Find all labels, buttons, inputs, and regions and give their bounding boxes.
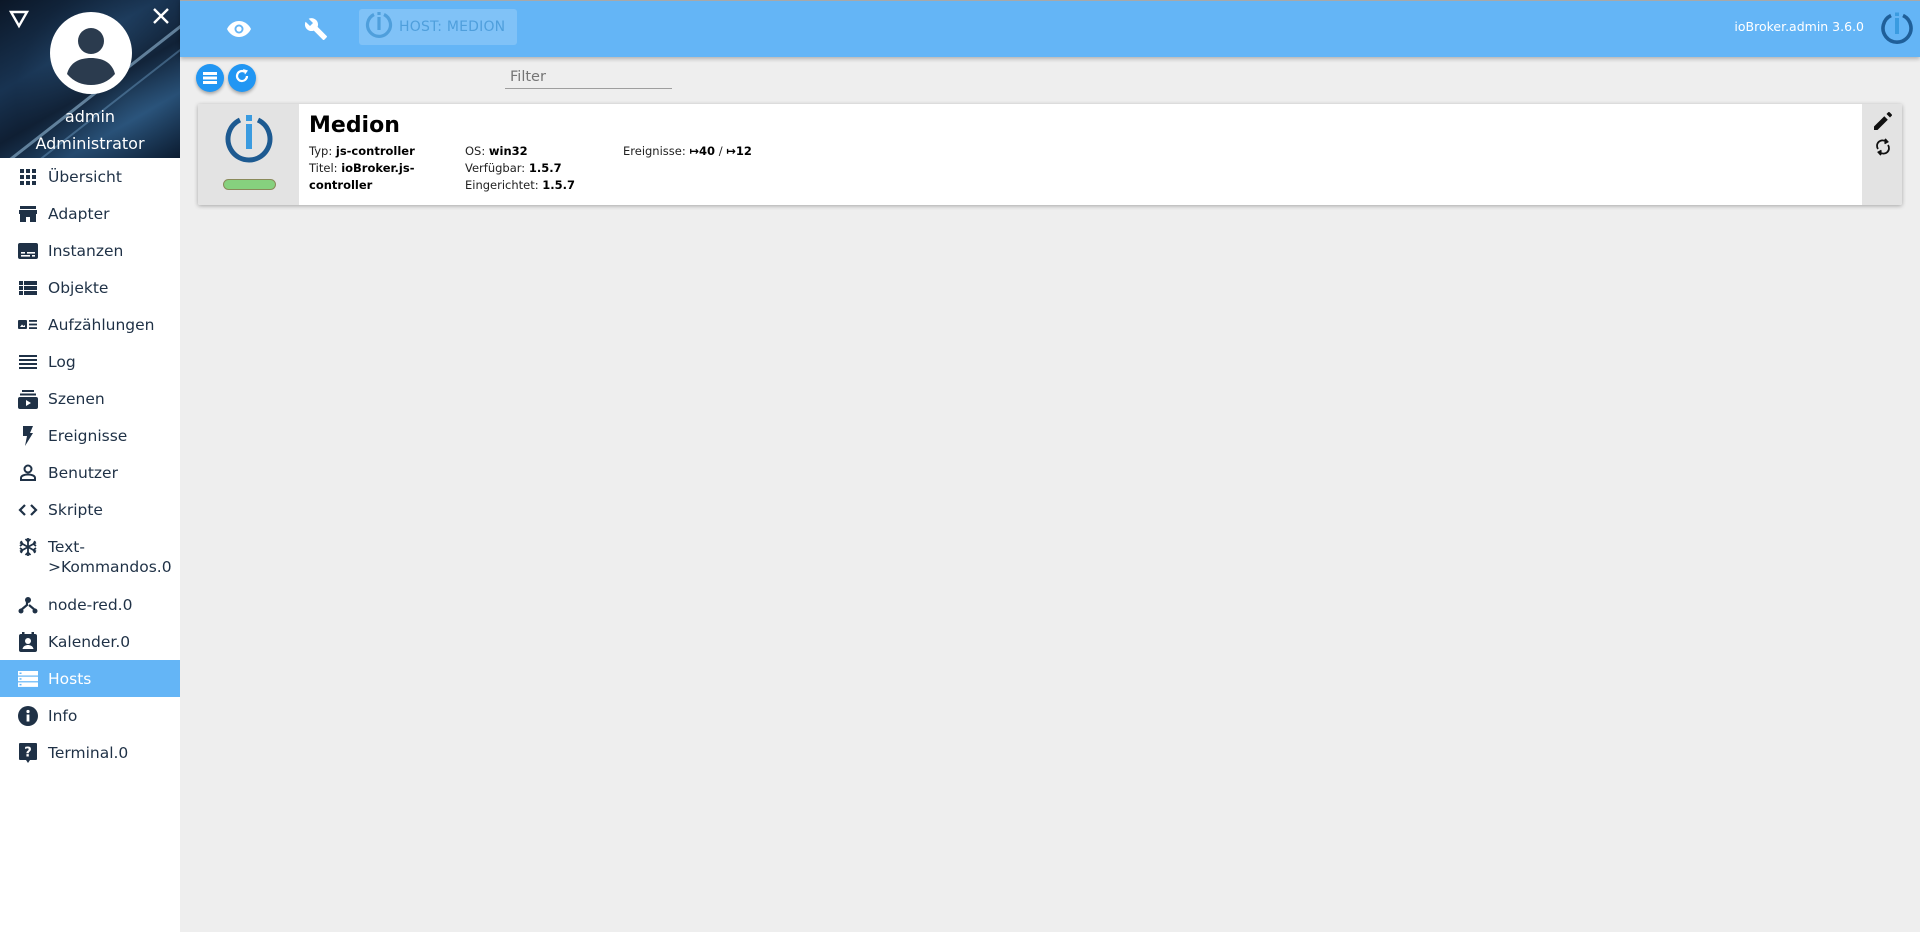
iobroker-logo-icon	[365, 11, 393, 43]
sidebar-item-benutzer[interactable]: Benutzer	[0, 454, 180, 491]
sidebar-item-label: Aufzählungen	[48, 316, 155, 334]
sidebar-nav: Übersicht Adapter Instanzen Objekte Aufz…	[0, 158, 180, 771]
sidebar-item-terminal[interactable]: ? Terminal.0	[0, 734, 180, 771]
sidebar-item-hosts[interactable]: Hosts	[0, 660, 180, 697]
sidebar-item-szenen[interactable]: Szenen	[0, 380, 180, 417]
lines-icon	[18, 352, 38, 372]
filter-input[interactable]	[505, 66, 672, 89]
host-card-actions	[1862, 104, 1902, 205]
host-card: Medion Typ: js-controller Titel: ioBroke…	[198, 104, 1902, 205]
host-status-indicator	[223, 179, 276, 190]
sidebar-item-label: Text->Kommandos.0	[48, 538, 172, 576]
host-installed-version: Eingerichtet: 1.5.7	[465, 178, 576, 192]
store-icon	[18, 204, 38, 224]
sidebar-item-label: Übersicht	[48, 168, 122, 186]
sidebar-item-label: Skripte	[48, 501, 103, 519]
host-available-version: Verfügbar: 1.5.7	[465, 161, 562, 175]
svg-text:?: ?	[24, 746, 32, 761]
pencil-icon	[1874, 112, 1892, 134]
sidebar-item-label: Szenen	[48, 390, 105, 408]
sidebar-item-kalender[interactable]: Kalender.0	[0, 623, 180, 660]
code-icon	[18, 500, 38, 520]
sidebar-item-label: Adapter	[48, 205, 110, 223]
eye-icon[interactable]	[221, 11, 257, 47]
hosts-toolbar	[196, 64, 256, 92]
info-icon	[18, 706, 38, 726]
host-info-col-3: Ereignisse: ↦40 / ↦12	[623, 143, 752, 160]
apps-grid-icon	[18, 167, 38, 187]
restart-button[interactable]	[1872, 138, 1894, 160]
sidebar-item-label: Info	[48, 707, 78, 725]
app-header: HOST: MEDION ioBroker.admin 3.6.0	[180, 0, 1920, 57]
sidebar-item-node-red[interactable]: node-red.0	[0, 586, 180, 623]
sidebar-item-label: Log	[48, 353, 76, 371]
sync-icon	[1874, 138, 1892, 160]
person-outline-icon	[18, 463, 38, 483]
featured-list-icon	[18, 315, 38, 335]
sidebar-item-instanzen[interactable]: Instanzen	[0, 232, 180, 269]
sidebar-item-objekte[interactable]: Objekte	[0, 269, 180, 306]
sidebar-item-ereignisse[interactable]: Ereignisse	[0, 417, 180, 454]
user-name: admin	[64, 107, 116, 126]
host-label: HOST: MEDION	[399, 19, 506, 35]
host-type: Typ: js-controller	[309, 144, 415, 158]
sidebar-item-label: Terminal.0	[48, 744, 129, 762]
edit-button[interactable]	[1872, 112, 1894, 134]
sidebar-item-log[interactable]: Log	[0, 343, 180, 380]
sidebar-item-label: Instanzen	[48, 242, 124, 260]
host-os: OS: win32	[465, 144, 528, 158]
sidebar: admin Administrator Übersicht Adapter In…	[0, 0, 180, 932]
sidebar-item-uebersicht[interactable]: Übersicht	[0, 158, 180, 195]
subtitles-icon	[18, 241, 38, 261]
close-icon[interactable]	[150, 6, 172, 28]
sidebar-item-label: Ereignisse	[48, 427, 128, 445]
list-view-button[interactable]	[196, 64, 224, 92]
host-card-icon-area	[198, 104, 299, 205]
menu-toggle-icon[interactable]	[8, 8, 30, 30]
admin-version: ioBroker.admin 3.6.0	[1734, 19, 1864, 34]
view-list-icon	[203, 69, 217, 88]
sidebar-item-adapter[interactable]: Adapter	[0, 195, 180, 232]
host-info-col-2: OS: win32 Verfügbar: 1.5.7 Eingerichtet:…	[465, 143, 575, 194]
iobroker-logo-icon	[223, 114, 275, 166]
sidebar-item-label: node-red.0	[48, 596, 133, 614]
sidebar-item-text-kommandos[interactable]: Text->Kommandos.0	[0, 528, 180, 586]
avatar	[50, 12, 132, 94]
user-role: Administrator	[35, 134, 145, 153]
refresh-button[interactable]	[228, 64, 256, 92]
host-title: Titel: ioBroker.js-controller	[309, 161, 415, 192]
sidebar-item-label: Hosts	[48, 670, 92, 688]
contact-calendar-icon	[18, 632, 38, 652]
host-selector-button[interactable]: HOST: MEDION	[359, 9, 517, 45]
view-list-icon	[18, 278, 38, 298]
sidebar-item-label: Benutzer	[48, 464, 118, 482]
flash-icon	[18, 426, 38, 446]
sidebar-item-info[interactable]: Info	[0, 697, 180, 734]
host-events: Ereignisse: ↦40 / ↦12	[623, 144, 752, 158]
help-bubble-icon: ?	[18, 743, 38, 763]
sidebar-item-label: Objekte	[48, 279, 109, 297]
host-name: Medion	[309, 113, 400, 138]
user-profile-header: admin Administrator	[0, 0, 180, 158]
snowflake-icon	[18, 537, 38, 557]
host-info-col-1: Typ: js-controller Titel: ioBroker.js-co…	[309, 143, 439, 194]
storage-icon	[18, 669, 38, 689]
sidebar-item-label: Kalender.0	[48, 633, 131, 651]
subscriptions-icon	[18, 389, 38, 409]
sidebar-item-skripte[interactable]: Skripte	[0, 491, 180, 528]
refresh-icon	[234, 68, 250, 88]
iobroker-logo-icon	[1880, 11, 1914, 45]
node-tree-icon	[18, 595, 38, 615]
sidebar-item-aufzaehlungen[interactable]: Aufzählungen	[0, 306, 180, 343]
wrench-icon[interactable]	[298, 11, 334, 47]
